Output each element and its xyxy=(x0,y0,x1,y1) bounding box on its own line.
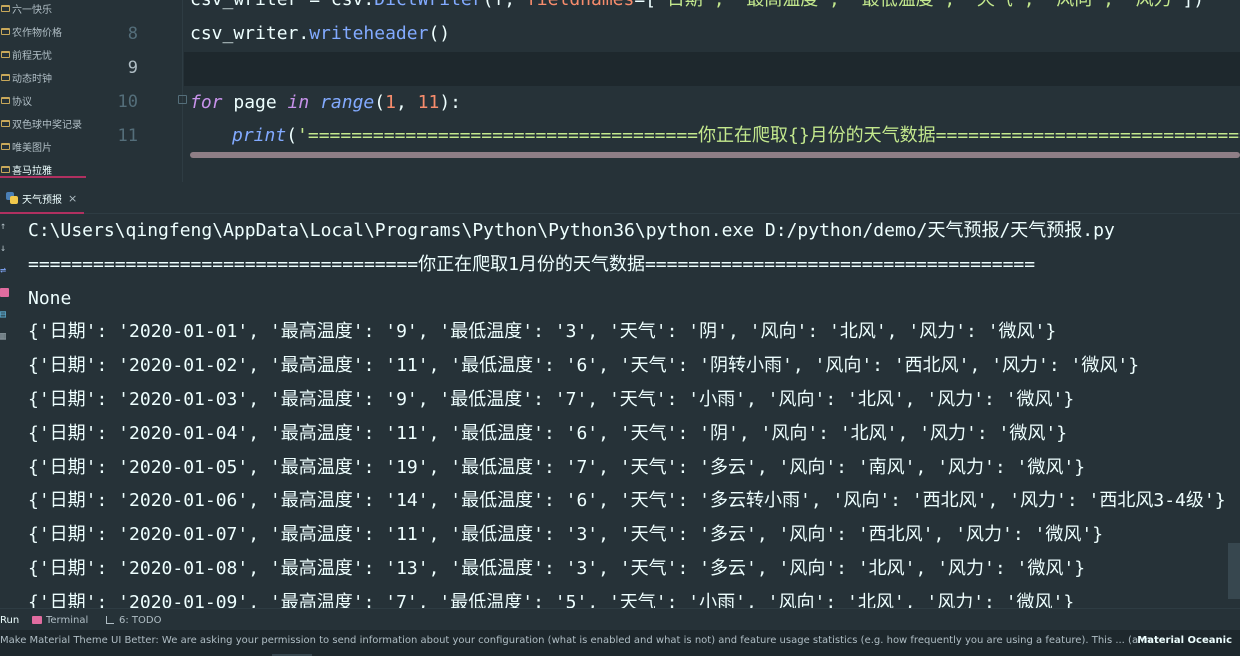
console-line: {'日期': '2020-01-02', '最高温度': '11', '最低温度… xyxy=(28,355,1140,377)
line-number: 9 xyxy=(127,58,138,78)
project-tree: 六一快乐 农作物价格 前程无忧 动态时钟 协议 双色球中奖记录 唯美图片 喜马拉… xyxy=(0,0,112,182)
folder-icon xyxy=(1,50,10,58)
theme-indicator[interactable]: Material Oceanic xyxy=(1137,630,1232,656)
tree-folder-item[interactable]: 六一快乐 xyxy=(0,0,112,18)
console-line: {'日期': '2020-01-07', '最高温度': '11', '最低温度… xyxy=(28,524,1104,546)
console-line: {'日期': '2020-01-01', '最高温度': '9', '最低温度'… xyxy=(28,321,1057,343)
console-line: {'日期': '2020-01-08', '最高温度': '13', '最低温度… xyxy=(28,557,1086,579)
folder-icon xyxy=(1,142,10,150)
console-line: {'日期': '2020-01-09', '最高温度': '7', '最低温度'… xyxy=(28,591,1075,608)
soft-wrap-icon[interactable]: ⇌ xyxy=(0,266,10,276)
close-icon[interactable]: × xyxy=(68,192,77,205)
tree-folder-item[interactable]: 唯美图片 xyxy=(0,136,112,156)
editor-horizontal-scrollbar[interactable] xyxy=(190,152,1240,158)
run-toolbar: ↑ ↓ ⇌ ▤ ▥ xyxy=(0,214,14,608)
console-vertical-scrollbar[interactable] xyxy=(1228,543,1240,599)
arrow-up-icon[interactable]: ↑ xyxy=(0,222,10,232)
tree-folder-item[interactable]: 双色球中奖记录 xyxy=(0,113,112,133)
tree-folder-item[interactable]: 前程无忧 xyxy=(0,44,112,64)
code-line-11: print('=================================… xyxy=(232,125,1240,146)
current-line-highlight xyxy=(184,52,1240,86)
tree-folder-item[interactable]: 动态时钟 xyxy=(0,67,112,87)
folder-icon xyxy=(1,119,10,127)
run-tab[interactable]: 天气预报 × xyxy=(0,182,84,214)
stop-icon[interactable] xyxy=(0,288,9,297)
run-tab-label: 天气预报 xyxy=(22,194,62,206)
tool-window-bar: Run Terminal 6: TODO xyxy=(0,608,1240,630)
trash-icon[interactable]: ▥ xyxy=(0,332,10,342)
status-bar: Make Material Theme UI Better: We are as… xyxy=(0,630,1240,656)
fold-icon[interactable] xyxy=(178,95,187,104)
run-window-header: 天气预报 × xyxy=(0,182,1240,214)
folder-icon xyxy=(1,27,10,35)
console-line: {'日期': '2020-01-05', '最高温度': '19', '最低温度… xyxy=(28,456,1086,478)
gutter-separator xyxy=(182,0,183,182)
status-message[interactable]: Make Material Theme UI Better: We are as… xyxy=(0,630,1150,656)
terminal-icon xyxy=(32,616,42,624)
line-number: 11 xyxy=(117,126,138,146)
python-icon xyxy=(6,192,18,204)
folder-icon xyxy=(1,165,10,173)
folder-icon xyxy=(1,4,10,12)
folder-icon xyxy=(1,73,10,81)
line-number: 8 xyxy=(127,24,138,44)
code-line-10: for page in range(1, 11): xyxy=(190,92,462,113)
arrow-down-icon[interactable]: ↓ xyxy=(0,244,10,254)
tree-scrollbar[interactable] xyxy=(0,176,86,178)
tree-folder-item[interactable]: 农作物价格 xyxy=(0,21,112,41)
console-line: C:\Users\qingfeng\AppData\Local\Programs… xyxy=(28,220,1115,241)
line-number: 7 xyxy=(112,0,138,4)
line-number-gutter: 7 8 9 10 11 xyxy=(112,0,182,182)
console-line: ====================================你正在爬… xyxy=(28,253,1036,275)
tool-tab-terminal[interactable]: Terminal xyxy=(32,609,88,631)
console-line: None xyxy=(28,287,72,309)
console-line: {'日期': '2020-01-06', '最高温度': '14', '最低温度… xyxy=(28,490,1226,512)
code-editor[interactable]: 7 8 9 10 11 csv_writer = csv.DictWriter(… xyxy=(112,0,1240,182)
tool-tab-run[interactable]: Run xyxy=(0,609,19,631)
print-icon[interactable]: ▤ xyxy=(0,310,10,320)
tree-folder-item[interactable]: 协议 xyxy=(0,90,112,110)
line-number: 10 xyxy=(117,92,138,112)
tool-tab-todo[interactable]: 6: TODO xyxy=(106,609,161,631)
console-line: {'日期': '2020-01-04', '最高温度': '11', '最低温度… xyxy=(28,422,1068,444)
code-line-7: csv_writer = csv.DictWriter(f, fieldname… xyxy=(190,0,1204,17)
console-line: {'日期': '2020-01-03', '最高温度': '9', '最低温度'… xyxy=(28,388,1075,410)
folder-icon xyxy=(1,96,10,104)
run-console[interactable]: C:\Users\qingfeng\AppData\Local\Programs… xyxy=(14,214,1228,608)
todo-icon xyxy=(106,616,114,624)
code-line-8: csv_writer.writeheader() xyxy=(190,23,451,44)
